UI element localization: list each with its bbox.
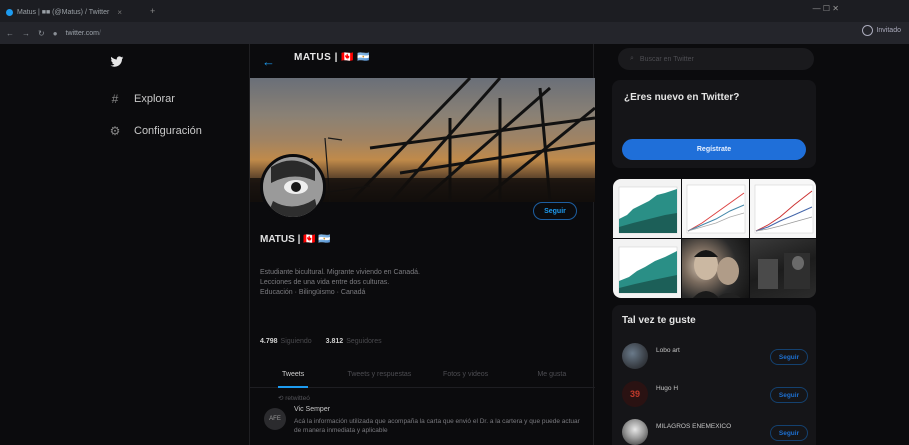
tab-close-icon[interactable]: × xyxy=(117,8,122,17)
suggestion-avatar[interactable] xyxy=(622,419,648,445)
follow-button[interactable]: Seguir xyxy=(533,202,577,220)
tweet-author[interactable]: Vic Semper xyxy=(294,406,330,413)
twitter-favicon-icon xyxy=(6,8,13,16)
avatar-face-image xyxy=(263,157,323,217)
retweet-notice: ⟲ retwitteó xyxy=(278,394,310,402)
bio-line: Estudiante bicultural. Migrante viviendo… xyxy=(260,269,420,276)
suggestion-item[interactable]: 39 Hugo H Seguir xyxy=(612,377,816,413)
profile-avatar[interactable] xyxy=(260,154,326,220)
profile-bio: Estudiante bicultural. Migrante viviendo… xyxy=(260,268,560,298)
profile-label: Invitado xyxy=(876,27,901,34)
url-field[interactable]: twitter.com/ xyxy=(66,30,101,37)
following-label: Siguiendo xyxy=(280,338,312,345)
thumb-area-plot-image xyxy=(618,246,678,294)
profile-stats: 4.798 Siguiendo 3.812 Seguidores xyxy=(260,338,382,345)
nav-item-label: Explorar xyxy=(134,93,175,105)
suggestion-item[interactable]: Lobo art Seguir xyxy=(612,339,816,375)
thumb-line-plot-image xyxy=(754,184,814,234)
follow-suggestion-button[interactable]: Seguir xyxy=(770,349,808,365)
nav-item-label: Configuración xyxy=(134,125,202,137)
tab-media[interactable]: Fotos y videos xyxy=(423,362,509,387)
profile-tabs: Tweets Tweets y respuestas Fotos y video… xyxy=(250,362,595,388)
media-thumbnail[interactable] xyxy=(613,179,681,238)
new-tab-button[interactable]: + xyxy=(150,6,155,16)
back-arrow-icon[interactable]: ← xyxy=(6,29,14,38)
following-count[interactable]: 4.798 Siguiendo xyxy=(260,338,312,345)
profile-header: ← MATUS | 🇨🇦 🇦🇷 xyxy=(250,44,593,78)
media-thumbnail[interactable] xyxy=(750,179,816,238)
browser-profile-button[interactable]: Invitado xyxy=(862,25,901,36)
suggestion-name[interactable]: Hugo H xyxy=(656,385,678,392)
thumb-photo-image xyxy=(758,253,810,289)
browser-tab[interactable]: Matus | ■■ (@Matus) / Twitter × xyxy=(6,5,156,19)
media-thumbnail[interactable] xyxy=(682,239,749,298)
tab-likes[interactable]: Me gusta xyxy=(509,362,595,387)
tweet-item[interactable]: AFE Vic Semper Acá la información utiliz… xyxy=(250,404,595,445)
hash-icon: # xyxy=(111,92,119,106)
address-bar: ← → ↻ ● twitter.com/ Invitado xyxy=(0,22,909,44)
reload-icon[interactable]: ↻ xyxy=(38,29,45,38)
suggestion-name[interactable]: MILAGROS ENEMEXICO xyxy=(656,423,731,430)
nav-item-settings[interactable]: ⚙ Configuración xyxy=(108,124,202,138)
search-input[interactable]: ⌕ Buscar en Twitter xyxy=(618,48,814,70)
signup-card: ¿Eres nuevo en Twitter? Regístrate xyxy=(612,80,816,168)
retweet-text: retwitteó xyxy=(285,395,310,402)
url-domain: twitter.com xyxy=(65,29,99,37)
suggestion-avatar[interactable] xyxy=(622,343,648,369)
tab-tweets[interactable]: Tweets xyxy=(250,362,336,387)
suggestion-name[interactable]: Lobo art xyxy=(656,347,680,354)
twitter-bird-icon[interactable] xyxy=(110,56,124,68)
bio-line: Educación · Bilingüismo · Canadá xyxy=(260,289,366,296)
suggestions-title: Tal vez te guste xyxy=(622,315,696,326)
nav-item-explore[interactable]: # Explorar xyxy=(108,92,175,106)
media-thumbnail[interactable] xyxy=(613,239,681,298)
media-grid xyxy=(613,179,816,298)
bio-line: Lecciones de una vida entre dos culturas… xyxy=(260,279,390,286)
guest-avatar-icon xyxy=(862,25,874,36)
media-thumbnail[interactable] xyxy=(682,179,749,238)
search-icon: ⌕ xyxy=(630,55,634,62)
thumb-line-plot-image xyxy=(686,184,746,234)
followers-value: 3.812 xyxy=(325,338,344,345)
suggestion-avatar[interactable]: 39 xyxy=(622,381,648,407)
url-path: / xyxy=(99,29,101,37)
suggestion-item[interactable]: MILAGROS ENEMEXICO Seguir xyxy=(612,415,816,445)
profile-column: ← MATUS | 🇨🇦 🇦🇷 Seguir MATUS | 🇨🇦 🇦🇷 Est… xyxy=(249,44,595,445)
search-placeholder: Buscar en Twitter xyxy=(639,55,694,63)
gear-icon: ⚙ xyxy=(109,124,121,138)
browser-tab-bar: Matus | ■■ (@Matus) / Twitter × + — ☐ ✕ xyxy=(0,0,909,22)
thumb-area-plot-image xyxy=(618,186,678,234)
tab-tweets-replies[interactable]: Tweets y respuestas xyxy=(336,362,422,387)
signup-title: ¿Eres nuevo en Twitter? xyxy=(624,92,740,103)
tweet-header: Vic Semper xyxy=(294,406,330,413)
back-arrow-icon[interactable]: ← xyxy=(262,54,275,69)
profile-name: MATUS | 🇨🇦 🇦🇷 xyxy=(260,234,331,245)
window-controls[interactable]: — ☐ ✕ xyxy=(813,4,839,13)
follow-suggestion-button[interactable]: Seguir xyxy=(770,425,808,441)
forward-arrow-icon[interactable]: → xyxy=(22,29,30,38)
following-value: 4.798 xyxy=(260,338,278,345)
suggestions-card: Tal vez te guste Lobo art Seguir 39 Hugo… xyxy=(612,305,816,445)
signup-button[interactable]: Regístrate xyxy=(622,139,806,160)
media-thumbnail[interactable] xyxy=(750,239,816,298)
tweet-body: Acá la información utilizada que acompañ… xyxy=(294,418,580,434)
tweet-avatar[interactable]: AFE xyxy=(264,408,286,430)
tab-title: Matus | ■■ (@Matus) / Twitter xyxy=(17,8,110,16)
followers-count[interactable]: 3.812 Seguidores xyxy=(326,338,382,345)
lock-icon: ● xyxy=(52,28,58,38)
retweet-icon: ⟲ xyxy=(278,395,284,402)
follow-suggestion-button[interactable]: Seguir xyxy=(770,387,808,403)
header-profile-name: MATUS | 🇨🇦 🇦🇷 xyxy=(294,52,371,63)
followers-label: Seguidores xyxy=(346,338,382,345)
thumb-photo-image xyxy=(692,250,741,298)
